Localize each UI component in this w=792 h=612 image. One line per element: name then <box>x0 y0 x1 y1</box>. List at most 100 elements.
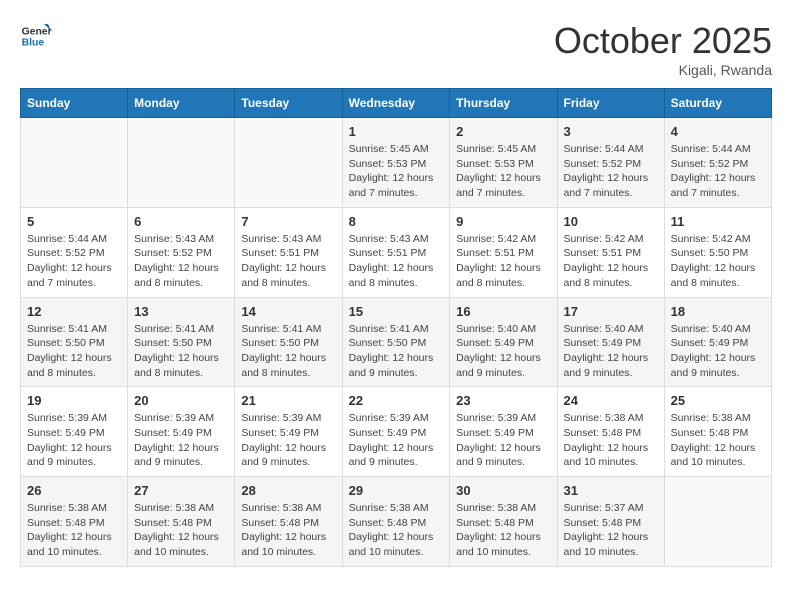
day-info: Sunrise: 5:40 AMSunset: 5:49 PMDaylight:… <box>564 322 658 381</box>
day-info: Sunrise: 5:38 AMSunset: 5:48 PMDaylight:… <box>27 501 121 560</box>
day-cell: 5 Sunrise: 5:44 AMSunset: 5:52 PMDaylight… <box>21 207 128 297</box>
day-number: 30 <box>456 483 550 498</box>
day-number: 22 <box>349 393 444 408</box>
week-row-2: 5 Sunrise: 5:44 AMSunset: 5:52 PMDaylight… <box>21 207 772 297</box>
day-number: 15 <box>349 304 444 319</box>
day-info: Sunrise: 5:44 AMSunset: 5:52 PMDaylight:… <box>564 142 658 201</box>
title-block: October 2025 Kigali, Rwanda <box>554 20 772 78</box>
day-info: Sunrise: 5:43 AMSunset: 5:51 PMDaylight:… <box>349 232 444 291</box>
day-number: 17 <box>564 304 658 319</box>
day-cell: 2 Sunrise: 5:45 AMSunset: 5:53 PMDaylight… <box>450 118 557 208</box>
day-info: Sunrise: 5:41 AMSunset: 5:50 PMDaylight:… <box>134 322 228 381</box>
day-number: 6 <box>134 214 228 229</box>
day-info: Sunrise: 5:41 AMSunset: 5:50 PMDaylight:… <box>349 322 444 381</box>
day-number: 20 <box>134 393 228 408</box>
day-info: Sunrise: 5:44 AMSunset: 5:52 PMDaylight:… <box>27 232 121 291</box>
svg-text:Blue: Blue <box>22 38 45 49</box>
day-cell: 19Sunrise: 5:39 AMSunset: 5:49 PMDayligh… <box>21 387 128 477</box>
day-number: 21 <box>241 393 335 408</box>
day-cell <box>21 118 128 208</box>
day-cell <box>664 477 771 567</box>
day-info: Sunrise: 5:39 AMSunset: 5:49 PMDaylight:… <box>27 411 121 470</box>
day-number: 13 <box>134 304 228 319</box>
day-number: 23 <box>456 393 550 408</box>
day-info: Sunrise: 5:43 AMSunset: 5:52 PMDaylight:… <box>134 232 228 291</box>
day-info: Sunrise: 5:38 AMSunset: 5:48 PMDaylight:… <box>456 501 550 560</box>
day-number: 9 <box>456 214 550 229</box>
day-number: 26 <box>27 483 121 498</box>
day-cell: 6 Sunrise: 5:43 AMSunset: 5:52 PMDaylight… <box>128 207 235 297</box>
day-cell: 29 Sunrise: 5:38 AMSunset: 5:48 PMDayligh… <box>342 477 450 567</box>
column-header-sunday: Sunday <box>21 89 128 118</box>
day-cell: 20 Sunrise: 5:39 AMSunset: 5:49 PMDayligh… <box>128 387 235 477</box>
day-cell <box>235 118 342 208</box>
day-number: 4 <box>671 124 765 139</box>
day-number: 28 <box>241 483 335 498</box>
day-info: Sunrise: 5:38 AMSunset: 5:48 PMDaylight:… <box>349 501 444 560</box>
day-number: 8 <box>349 214 444 229</box>
week-row-5: 26 Sunrise: 5:38 AMSunset: 5:48 PMDayligh… <box>21 477 772 567</box>
week-row-1: 1 Sunrise: 5:45 AMSunset: 5:53 PMDaylight… <box>21 118 772 208</box>
day-info: Sunrise: 5:39 AMSunset: 5:49 PMDaylight:… <box>241 411 335 470</box>
day-cell: 24Sunrise: 5:38 AMSunset: 5:48 PMDayligh… <box>557 387 664 477</box>
day-info: Sunrise: 5:39 AMSunset: 5:49 PMDaylight:… <box>456 411 550 470</box>
day-number: 1 <box>349 124 444 139</box>
day-cell: 18 Sunrise: 5:40 AMSunset: 5:49 PMDayligh… <box>664 297 771 387</box>
day-info: Sunrise: 5:39 AMSunset: 5:49 PMDaylight:… <box>134 411 228 470</box>
day-info: Sunrise: 5:44 AMSunset: 5:52 PMDaylight:… <box>671 142 765 201</box>
day-number: 7 <box>241 214 335 229</box>
day-cell: 7 Sunrise: 5:43 AMSunset: 5:51 PMDaylight… <box>235 207 342 297</box>
day-info: Sunrise: 5:41 AMSunset: 5:50 PMDaylight:… <box>241 322 335 381</box>
day-cell: 17 Sunrise: 5:40 AMSunset: 5:49 PMDayligh… <box>557 297 664 387</box>
day-cell: 10 Sunrise: 5:42 AMSunset: 5:51 PMDayligh… <box>557 207 664 297</box>
day-number: 12 <box>27 304 121 319</box>
day-cell: 15 Sunrise: 5:41 AMSunset: 5:50 PMDayligh… <box>342 297 450 387</box>
day-info: Sunrise: 5:38 AMSunset: 5:48 PMDaylight:… <box>134 501 228 560</box>
day-info: Sunrise: 5:39 AMSunset: 5:49 PMDaylight:… <box>349 411 444 470</box>
day-number: 31 <box>564 483 658 498</box>
week-row-4: 19Sunrise: 5:39 AMSunset: 5:49 PMDayligh… <box>21 387 772 477</box>
day-number: 29 <box>349 483 444 498</box>
day-info: Sunrise: 5:38 AMSunset: 5:48 PMDaylight:… <box>671 411 765 470</box>
column-header-monday: Monday <box>128 89 235 118</box>
day-info: Sunrise: 5:45 AMSunset: 5:53 PMDaylight:… <box>456 142 550 201</box>
day-number: 10 <box>564 214 658 229</box>
day-number: 27 <box>134 483 228 498</box>
day-cell: 23 Sunrise: 5:39 AMSunset: 5:49 PMDayligh… <box>450 387 557 477</box>
day-info: Sunrise: 5:40 AMSunset: 5:49 PMDaylight:… <box>671 322 765 381</box>
day-cell: 4 Sunrise: 5:44 AMSunset: 5:52 PMDaylight… <box>664 118 771 208</box>
week-row-3: 12 Sunrise: 5:41 AMSunset: 5:50 PMDayligh… <box>21 297 772 387</box>
day-cell: 31 Sunrise: 5:37 AMSunset: 5:48 PMDayligh… <box>557 477 664 567</box>
day-info: Sunrise: 5:42 AMSunset: 5:51 PMDaylight:… <box>564 232 658 291</box>
day-info: Sunrise: 5:37 AMSunset: 5:48 PMDaylight:… <box>564 501 658 560</box>
column-header-thursday: Thursday <box>450 89 557 118</box>
day-info: Sunrise: 5:42 AMSunset: 5:50 PMDaylight:… <box>671 232 765 291</box>
day-number: 11 <box>671 214 765 229</box>
day-cell: 16Sunrise: 5:40 AMSunset: 5:49 PMDayligh… <box>450 297 557 387</box>
day-info: Sunrise: 5:38 AMSunset: 5:48 PMDaylight:… <box>564 411 658 470</box>
day-cell: 28 Sunrise: 5:38 AMSunset: 5:48 PMDayligh… <box>235 477 342 567</box>
day-number: 18 <box>671 304 765 319</box>
day-cell: 27 Sunrise: 5:38 AMSunset: 5:48 PMDayligh… <box>128 477 235 567</box>
day-number: 3 <box>564 124 658 139</box>
column-header-tuesday: Tuesday <box>235 89 342 118</box>
column-header-friday: Friday <box>557 89 664 118</box>
day-info: Sunrise: 5:43 AMSunset: 5:51 PMDaylight:… <box>241 232 335 291</box>
day-cell: 22 Sunrise: 5:39 AMSunset: 5:49 PMDayligh… <box>342 387 450 477</box>
day-number: 16 <box>456 304 550 319</box>
day-cell: 26 Sunrise: 5:38 AMSunset: 5:48 PMDayligh… <box>21 477 128 567</box>
location: Kigali, Rwanda <box>554 62 772 78</box>
day-number: 25 <box>671 393 765 408</box>
logo: General Blue <box>20 20 52 52</box>
header-row: SundayMondayTuesdayWednesdayThursdayFrid… <box>21 89 772 118</box>
day-cell: 8 Sunrise: 5:43 AMSunset: 5:51 PMDaylight… <box>342 207 450 297</box>
day-cell <box>128 118 235 208</box>
day-number: 2 <box>456 124 550 139</box>
day-cell: 30 Sunrise: 5:38 AMSunset: 5:48 PMDayligh… <box>450 477 557 567</box>
day-info: Sunrise: 5:38 AMSunset: 5:48 PMDaylight:… <box>241 501 335 560</box>
day-number: 14 <box>241 304 335 319</box>
day-number: 5 <box>27 214 121 229</box>
day-info: Sunrise: 5:45 AMSunset: 5:53 PMDaylight:… <box>349 142 444 201</box>
page-header: General Blue October 2025 Kigali, Rwanda <box>20 20 772 78</box>
day-cell: 13 Sunrise: 5:41 AMSunset: 5:50 PMDayligh… <box>128 297 235 387</box>
